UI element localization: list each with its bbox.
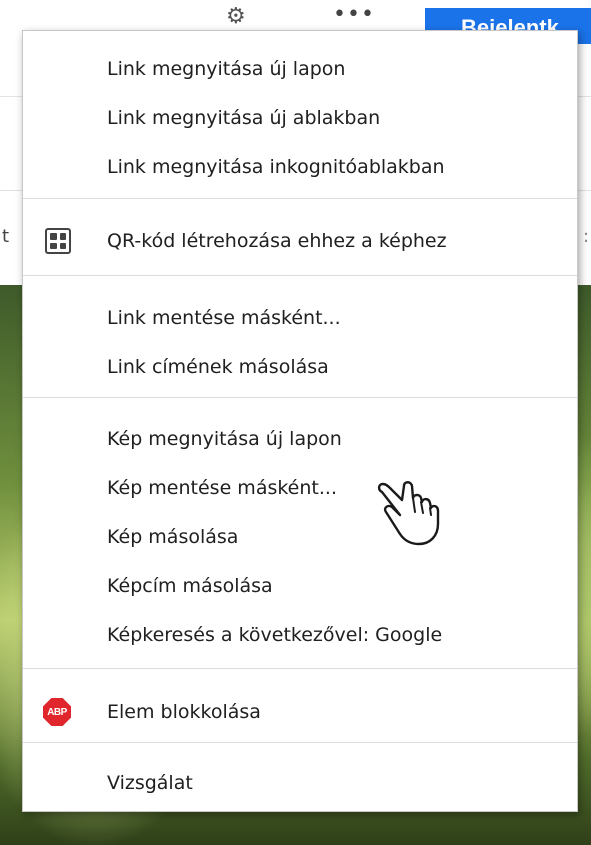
menu-separator bbox=[23, 742, 577, 743]
menu-item-label: QR-kód létrehozása ehhez a képhez bbox=[107, 230, 447, 252]
menu-separator bbox=[23, 397, 577, 398]
menu-item-open-link-new-window[interactable]: Link megnyitása új ablakban bbox=[23, 98, 577, 138]
menu-item-copy-image-address[interactable]: Képcím másolása bbox=[23, 566, 577, 606]
menu-item-inspect[interactable]: Vizsgálat bbox=[23, 763, 577, 803]
menu-item-copy-link-address[interactable]: Link címének másolása bbox=[23, 347, 577, 387]
qr-code-icon bbox=[45, 228, 71, 254]
gear-icon[interactable]: ⚙ bbox=[226, 6, 246, 28]
menu-item-label: Kép mentése másként... bbox=[107, 477, 337, 499]
abp-icon: ABP bbox=[43, 698, 71, 726]
menu-item-open-link-incognito[interactable]: Link megnyitása inkognitóablakban bbox=[23, 147, 577, 187]
menu-item-label: Képcím másolása bbox=[107, 575, 273, 597]
menu-item-label: Link megnyitása új ablakban bbox=[107, 107, 381, 129]
more-options-icon[interactable]: ••• bbox=[333, 4, 375, 26]
menu-item-copy-image[interactable]: Kép másolása bbox=[23, 517, 577, 557]
menu-item-block-element[interactable]: ABP Elem blokkolása bbox=[23, 692, 577, 732]
page-edge-text: t bbox=[2, 226, 10, 247]
menu-item-label: Vizsgálat bbox=[107, 772, 193, 794]
menu-item-save-link-as[interactable]: Link mentése másként... bbox=[23, 298, 577, 338]
menu-item-label: Link címének másolása bbox=[107, 356, 329, 378]
menu-item-search-image-google[interactable]: Képkeresés a következővel: Google bbox=[23, 615, 577, 655]
menu-item-label: Elem blokkolása bbox=[107, 701, 261, 723]
menu-item-open-image-new-tab[interactable]: Kép megnyitása új lapon bbox=[23, 419, 577, 459]
menu-item-label: Képkeresés a következővel: Google bbox=[107, 624, 443, 646]
menu-separator bbox=[23, 198, 577, 199]
context-menu: Link megnyitása új lapon Link megnyitása… bbox=[22, 30, 578, 812]
menu-item-label: Kép megnyitása új lapon bbox=[107, 428, 342, 450]
menu-separator bbox=[23, 668, 577, 669]
menu-item-save-image-as[interactable]: Kép mentése másként... bbox=[23, 468, 577, 508]
menu-item-label: Link mentése másként... bbox=[107, 307, 341, 329]
menu-item-create-qr-code[interactable]: QR-kód létrehozása ehhez a képhez bbox=[23, 221, 577, 261]
menu-item-label: Link megnyitása inkognitóablakban bbox=[107, 156, 445, 178]
menu-item-label: Kép másolása bbox=[107, 526, 239, 548]
page-edge-text-right: : bbox=[583, 226, 590, 247]
menu-separator bbox=[23, 275, 577, 276]
menu-item-label: Link megnyitása új lapon bbox=[107, 58, 346, 80]
hand-cursor-icon bbox=[377, 481, 440, 546]
menu-item-open-link-new-tab[interactable]: Link megnyitása új lapon bbox=[23, 49, 577, 89]
